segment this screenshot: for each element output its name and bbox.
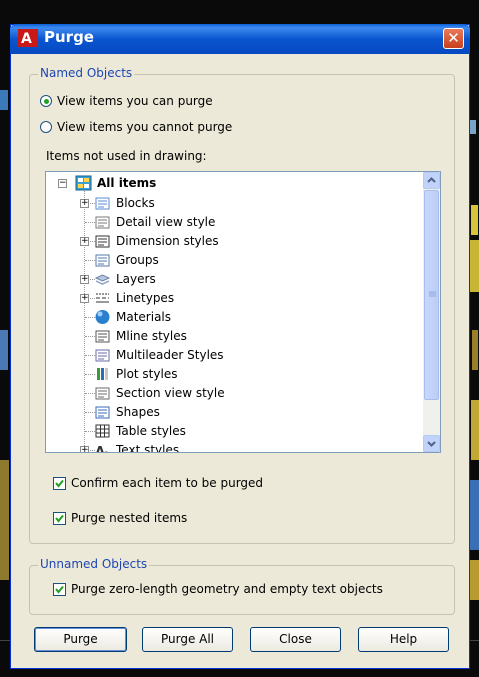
unnamed-objects-legend: Unnamed Objects <box>38 557 150 571</box>
tree-item[interactable]: Detail view style <box>46 213 424 232</box>
tree-item-label: Blocks <box>116 196 155 210</box>
help-button[interactable]: Help <box>358 627 449 652</box>
tree-item[interactable]: + Dimension styles <box>46 232 424 251</box>
radio-view-purgeable-label: View items you can purge <box>57 94 213 108</box>
tree-item-label: Multileader Styles <box>116 348 224 362</box>
tree-root-label[interactable]: All items <box>97 176 156 190</box>
shapes-icon <box>95 406 110 419</box>
checkbox-icon <box>53 511 66 525</box>
linetypes-icon <box>96 293 109 303</box>
plot-styles-icon <box>97 368 108 380</box>
close-window-button[interactable]: ✕ <box>443 28 464 49</box>
tree-item[interactable]: Multileader Styles <box>46 346 424 365</box>
title-bar[interactable]: A Purge ✕ <box>10 24 470 54</box>
purge-nested-checkbox[interactable]: Purge nested items <box>53 511 187 525</box>
chevron-up-icon <box>427 177 436 183</box>
tree-item[interactable]: + Layers <box>46 270 424 289</box>
checkbox-icon <box>53 582 66 596</box>
tree-item[interactable]: Plot styles <box>46 365 424 384</box>
tree-item-label: Detail view style <box>116 215 216 229</box>
purge-zero-length-checkbox[interactable]: Purge zero-length geometry and empty tex… <box>53 582 383 596</box>
tree-item[interactable]: Section view style <box>46 384 424 403</box>
tree-scrollbar[interactable] <box>423 172 440 452</box>
tree-label: Items not used in drawing: <box>46 149 207 163</box>
close-icon: ✕ <box>447 29 460 47</box>
tree-item[interactable]: Groups <box>46 251 424 270</box>
all-items-icon <box>75 175 92 191</box>
window-title: Purge <box>44 28 94 46</box>
expand-toggle[interactable]: + <box>80 199 89 208</box>
tree-item-label: Plot styles <box>116 367 178 381</box>
dimension-icon <box>95 235 110 248</box>
multileader-icon <box>95 349 110 362</box>
table-styles-icon <box>95 424 110 438</box>
layers-icon <box>94 274 111 285</box>
tree-item[interactable]: + Linetypes <box>46 289 424 308</box>
confirm-each-item-checkbox[interactable]: Confirm each item to be purged <box>53 476 263 490</box>
radio-button-icon <box>40 121 52 133</box>
tree-item-label: Text styles <box>116 443 180 453</box>
tree-item[interactable]: + Blocks <box>46 194 424 213</box>
collapse-toggle[interactable]: − <box>58 179 67 188</box>
chevron-down-icon <box>427 441 436 447</box>
tree-item[interactable]: Materials <box>46 308 424 327</box>
detail-view-icon <box>95 216 110 229</box>
radio-view-nonpurgeable[interactable]: View items you cannot purge <box>40 120 232 134</box>
mline-icon <box>95 330 110 343</box>
tree-item[interactable]: Table styles <box>46 422 424 441</box>
purge-zero-length-label: Purge zero-length geometry and empty tex… <box>71 582 383 596</box>
tree-item-label: Mline styles <box>116 329 187 343</box>
svg-text:A: A <box>21 31 32 47</box>
blocks-icon <box>95 197 110 210</box>
tree-item-label: Materials <box>116 310 172 324</box>
radio-view-purgeable[interactable]: View items you can purge <box>40 94 213 108</box>
tree-item[interactable]: Mline styles <box>46 327 424 346</box>
confirm-each-item-label: Confirm each item to be purged <box>71 476 264 490</box>
tree-item-label: Shapes <box>116 405 160 419</box>
tree-item-label: Dimension styles <box>116 234 219 248</box>
tree-item-label: Linetypes <box>116 291 175 305</box>
tree-item-label: Layers <box>116 272 156 286</box>
checkbox-icon <box>53 476 66 490</box>
expand-toggle[interactable]: + <box>80 446 89 452</box>
purge-nested-label: Purge nested items <box>71 511 188 525</box>
svg-text:a: a <box>104 449 109 453</box>
items-tree[interactable]: − All items + Blocks Detail view style + Dim… <box>45 171 441 453</box>
radio-button-icon <box>40 95 52 107</box>
text-styles-icon: Aa <box>95 445 109 453</box>
scroll-down-button[interactable] <box>423 435 440 452</box>
tree-item[interactable]: + Aa Text styles <box>46 441 424 453</box>
named-objects-legend: Named Objects <box>38 66 135 80</box>
scroll-up-button[interactable] <box>423 172 440 189</box>
groups-icon <box>95 254 110 267</box>
materials-icon <box>95 310 110 324</box>
scroll-thumb[interactable] <box>424 190 439 400</box>
expand-toggle[interactable]: + <box>80 294 89 303</box>
purge-all-button[interactable]: Purge All <box>142 627 233 652</box>
expand-toggle[interactable]: + <box>80 275 89 284</box>
close-button[interactable]: Close <box>250 627 341 652</box>
radio-view-nonpurgeable-label: View items you cannot purge <box>57 120 233 134</box>
tree-item-label: Groups <box>116 253 159 267</box>
tree-item-label: Section view style <box>116 386 225 400</box>
purge-button[interactable]: Purge <box>34 627 127 652</box>
tree-item-label: Table styles <box>116 424 186 438</box>
tree-item[interactable]: Shapes <box>46 403 424 422</box>
section-view-icon <box>95 387 110 400</box>
autocad-app-icon: A <box>18 29 38 47</box>
expand-toggle[interactable]: + <box>80 237 89 246</box>
